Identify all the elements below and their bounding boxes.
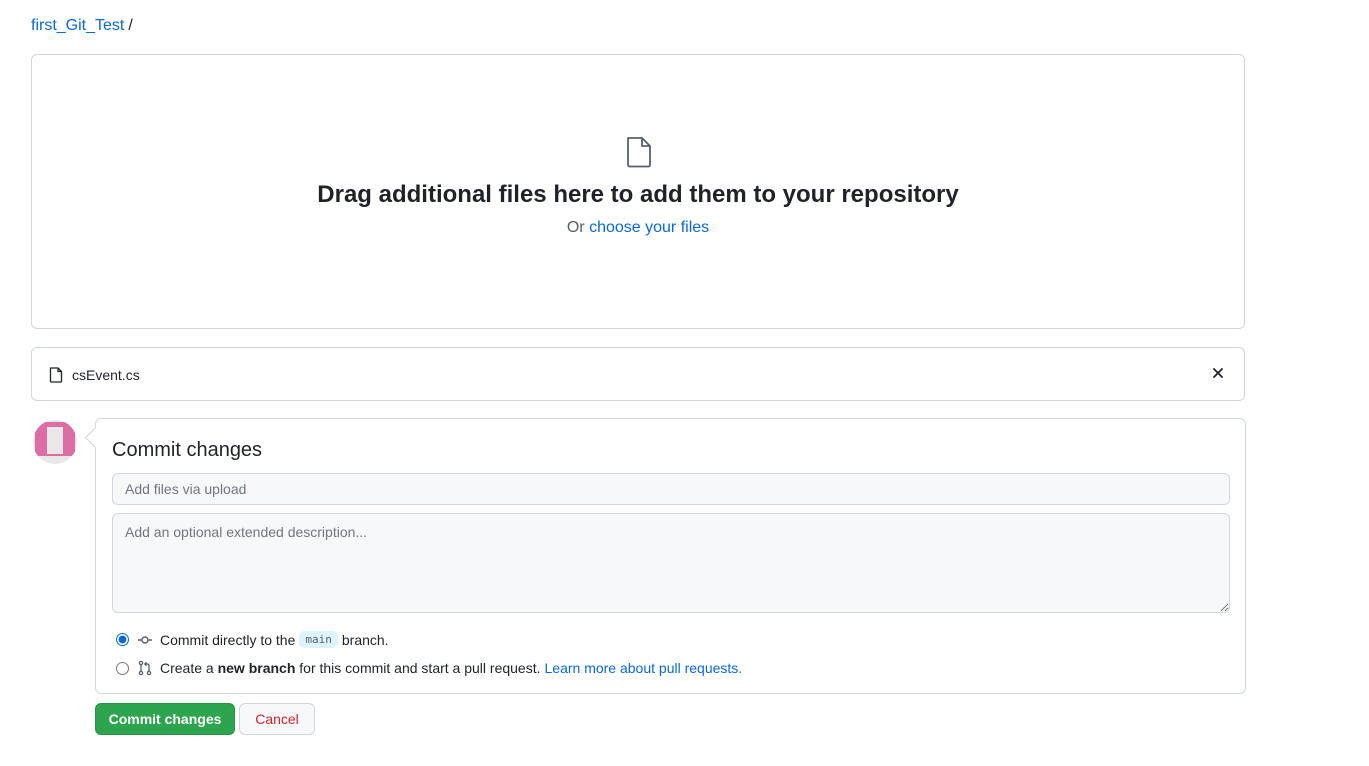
new-branch-option[interactable]: Create a new branch for this commit and … [116,660,742,676]
commit-direct-option[interactable]: Commit directly to the main branch. [116,631,389,648]
breadcrumb: first_Git_Test / [31,16,133,36]
new-branch-radio[interactable] [116,661,129,675]
commit-direct-radio[interactable] [116,633,129,646]
git-commit-icon [137,632,153,648]
repo-link[interactable]: first_Git_Test [31,17,124,34]
new-branch-bold: new branch [217,660,296,676]
git-pull-request-icon [137,660,153,676]
file-icon [625,136,653,171]
new-branch-text-before: Create a [160,660,214,676]
learn-more-pr-link[interactable]: Learn more about pull requests. [545,660,743,676]
commit-title: Commit changes [112,439,263,461]
dropzone-title: Drag additional files here to add them t… [317,181,959,208]
cancel-button[interactable]: Cancel [239,703,315,735]
avatar[interactable] [33,420,77,464]
commit-description-input[interactable] [112,513,1230,613]
commit-direct-text-after: branch. [341,631,389,648]
file-list: csEvent.cs [31,347,1245,401]
choose-files-link[interactable]: choose your files [589,219,709,236]
choose-files-line: Or choose your files [32,219,1244,237]
commit-direct-text: Commit directly to the [160,631,296,648]
file-icon [49,367,63,386]
commit-form: Commit changes Commit directly to the ma… [84,418,1246,694]
commit-changes-button[interactable]: Commit changes [95,703,235,735]
speech-arrow [84,426,107,449]
new-branch-text-after: for this commit and start a pull request… [299,660,541,676]
or-label: Or [566,219,585,236]
file-name: csEvent.cs [72,367,140,383]
branch-name: main [299,631,338,648]
breadcrumb-separator: / [128,17,133,34]
commit-summary-input[interactable] [112,473,1230,505]
file-dropzone[interactable]: Drag additional files here to add them t… [31,54,1245,329]
x-icon[interactable] [1210,365,1226,381]
